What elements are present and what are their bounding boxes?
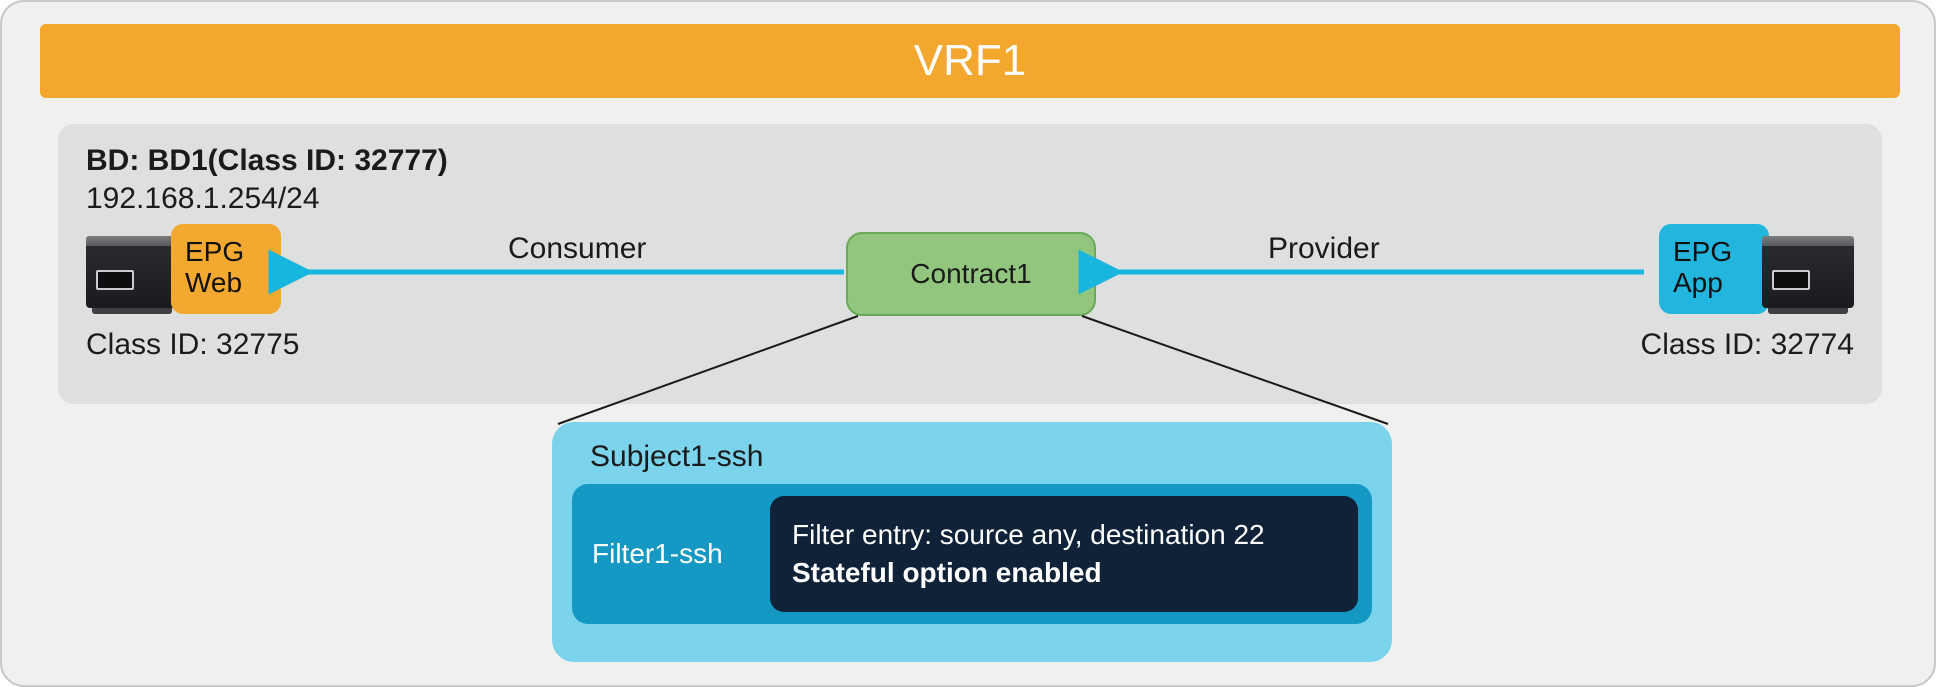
epg-web: EPG Web [86, 224, 281, 314]
subject-name: Subject1-ssh [590, 440, 1372, 474]
filter-entry-line1: Filter entry: source any, destination 22 [792, 519, 1336, 551]
contract-name: Contract1 [910, 258, 1031, 289]
epg-app-label: EPG App [1659, 224, 1769, 314]
filter-entry: Filter entry: source any, destination 22… [770, 496, 1358, 612]
contract-node: Contract1 [846, 232, 1096, 316]
subject-panel: Subject1-ssh Filter1-ssh Filter entry: s… [552, 422, 1392, 662]
epg-web-l1: EPG [185, 236, 244, 267]
vrf-title: VRF1 [914, 36, 1026, 85]
provider-label: Provider [1268, 232, 1380, 266]
filter-entry-line2: Stateful option enabled [792, 557, 1336, 589]
bd-title: BD: BD1(Class ID: 32777) [86, 144, 448, 178]
bd-subnet: 192.168.1.254/24 [86, 182, 320, 216]
epg-web-classid: Class ID: 32775 [86, 328, 299, 362]
epg-web-l2: Web [185, 267, 242, 298]
server-icon [86, 236, 178, 314]
bd-box: BD: BD1(Class ID: 32777) 192.168.1.254/2… [58, 124, 1882, 404]
diagram-canvas: VRF1 BD: BD1(Class ID: 32777) 192.168.1.… [0, 0, 1936, 687]
filter-row: Filter1-ssh Filter entry: source any, de… [572, 484, 1372, 624]
epg-web-label: EPG Web [171, 224, 281, 314]
epg-app-l1: EPG [1673, 236, 1732, 267]
server-icon [1762, 236, 1854, 314]
epg-app-l2: App [1673, 267, 1723, 298]
subject-connector-left [558, 316, 858, 424]
filter-name: Filter1-ssh [586, 538, 752, 570]
subject-connector-right [1082, 316, 1388, 424]
consumer-label: Consumer [508, 232, 646, 266]
epg-app-classid: Class ID: 32774 [1641, 328, 1854, 362]
vrf-banner: VRF1 [40, 24, 1900, 98]
epg-app: EPG App [1659, 224, 1854, 314]
